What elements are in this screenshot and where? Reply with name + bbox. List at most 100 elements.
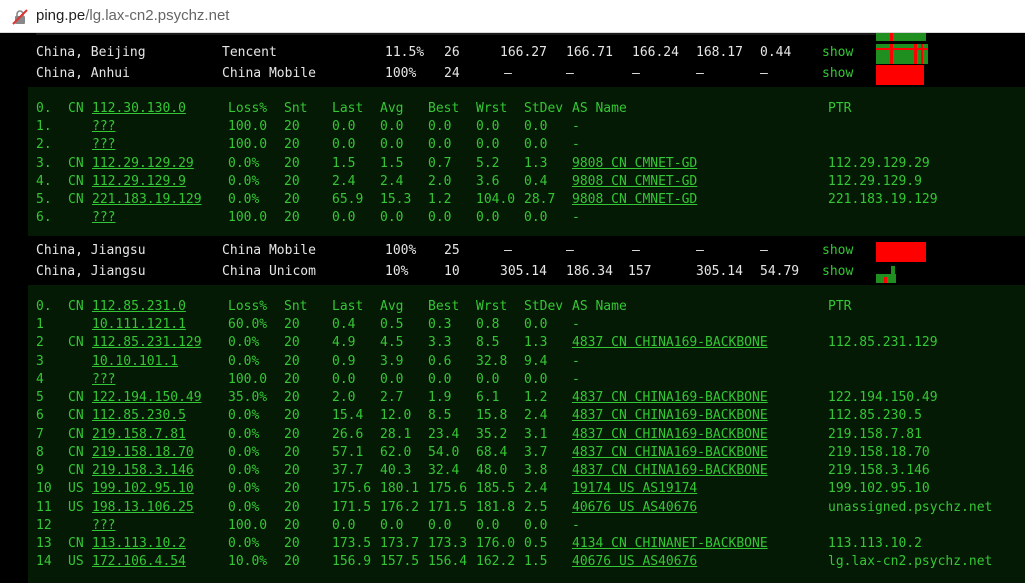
hop-host-link[interactable]: 10.10.101.1 (92, 354, 178, 369)
worst-value: 32.8 (476, 353, 508, 369)
as-name-link[interactable]: 4837 CN CHINA169-BACKBONE (572, 445, 768, 460)
show-link[interactable]: show (822, 66, 853, 81)
as-name-link[interactable]: 4837 CN CHINA169-BACKBONE (572, 335, 768, 350)
address-bar[interactable]: ping.pe/lg.lax-cn2.psychz.net (0, 0, 1025, 33)
worst-value: – (696, 243, 704, 258)
best-value: 3.3 (428, 335, 452, 351)
ptr-value: 113.113.10.2 (828, 536, 922, 551)
hop-number: 2. (36, 137, 52, 153)
hop-host-link[interactable]: 112.85.231.129 (92, 335, 202, 350)
hop-host-link[interactable]: ??? (92, 372, 115, 387)
hop-host-link[interactable]: ??? (92, 137, 115, 152)
ptr-value: 219.158.3.146 (828, 463, 930, 478)
avg-value: 166.71 (566, 45, 613, 60)
col-loss: Loss% (228, 101, 268, 116)
table-row: 12??? 100.0 20 0.0 0.0 0.0 0.0 0.0 - (28, 518, 1025, 536)
hop-host-link[interactable]: 112.85.230.5 (92, 408, 186, 423)
loss-value: 0.0% (228, 444, 260, 460)
best-value: 0.3 (428, 317, 452, 332)
best-value: 32.4 (428, 463, 460, 478)
hop-host-link[interactable]: ??? (92, 518, 115, 533)
as-name-link[interactable]: 9808 CN CMNET-GD (572, 174, 697, 189)
best-value: – (632, 243, 640, 258)
table-row: 14 US 172.106.4.54 10.0% 20 156.9 157.5 156.4 16… (28, 554, 1025, 572)
hop-host-link[interactable]: ??? (92, 210, 115, 225)
target-ip-link[interactable]: 112.30.130.0 (92, 101, 186, 116)
loss-value: 0.0% (228, 408, 260, 424)
sent-value: 20 (284, 353, 300, 369)
last-value: 175.6 (332, 481, 372, 497)
latency-bars (876, 263, 898, 283)
as-name-link[interactable]: 4837 CN CHINA169-BACKBONE (572, 427, 768, 442)
hop-host-link[interactable]: 198.13.106.25 (92, 500, 194, 515)
hop-host-link[interactable]: 112.29.129.29 (92, 156, 194, 171)
hop-host-link[interactable]: 172.106.4.54 (92, 554, 186, 569)
last-value: 4.9 (332, 335, 356, 351)
hop-host-link[interactable]: 219.158.18.70 (92, 445, 194, 460)
hop-host-link[interactable]: 122.194.150.49 (92, 390, 202, 405)
col-ptr: PTR (828, 101, 852, 116)
ptr-value: 112.29.129.9 (828, 173, 922, 189)
loss-value: 100.0 (228, 517, 268, 533)
hop-host-link[interactable]: 113.113.10.2 (92, 536, 186, 551)
hop-host-link[interactable]: 219.158.7.81 (92, 427, 186, 442)
as-name-link[interactable]: 40676 US AS40676 (572, 500, 697, 515)
stdev-value: 0.0 (524, 210, 548, 226)
hop-host-link[interactable]: 112.29.129.9 (92, 174, 186, 189)
country-code: CN (68, 101, 84, 116)
table-row: 11 US 198.13.106.25 0.0% 20 171.5 176.2 171.5 18… (28, 500, 1025, 518)
hop-host-link[interactable]: 221.183.19.129 (92, 192, 202, 207)
loss-value: 100.0 (228, 210, 268, 226)
hop-number: 9 (36, 463, 44, 478)
col-wrst: Wrst (476, 299, 508, 314)
hop-host-link[interactable]: 219.158.3.146 (92, 463, 194, 478)
loss-value: 0.0% (228, 335, 260, 351)
avg-value: 180.1 (380, 481, 420, 497)
country-code: US (68, 481, 84, 497)
show-link[interactable]: show (822, 243, 853, 258)
avg-value: 2.4 (380, 173, 404, 189)
as-name-link[interactable]: 4837 CN CHINA169-BACKBONE (572, 390, 768, 405)
stdev-value: 1.5 (524, 554, 548, 570)
as-name-link[interactable]: 4837 CN CHINA169-BACKBONE (572, 408, 768, 423)
as-name-link[interactable]: 4837 CN CHINA169-BACKBONE (572, 463, 768, 478)
avg-value: 40.3 (380, 463, 412, 478)
location-row: China, Beijing Tencent 11.5% 26 166.27 1… (0, 44, 1025, 64)
worst-value: 5.2 (476, 155, 500, 171)
loss-value: 100.0 (228, 137, 268, 153)
as-name-link[interactable]: 9808 CN CMNET-GD (572, 156, 697, 171)
as-name-link[interactable]: 40676 US AS40676 (572, 554, 697, 569)
sent-value: 20 (284, 408, 300, 424)
url-text[interactable]: ping.pe/lg.lax-cn2.psychz.net (36, 7, 229, 24)
as-name-link[interactable]: 9808 CN CMNET-GD (572, 192, 697, 207)
hop-host-link[interactable]: ??? (92, 119, 115, 134)
hop-number: 3 (36, 353, 44, 369)
hop-host-link[interactable]: 10.111.121.1 (92, 317, 186, 332)
clipped-row (36, 33, 896, 35)
hop-number: 0. (36, 299, 52, 314)
isp-name: China Mobile (222, 66, 316, 81)
hop-number: 7 (36, 426, 44, 442)
stdev-value: 54.79 (760, 264, 800, 279)
stdev-value: 1.3 (524, 335, 548, 351)
as-name-link[interactable]: 4134 CN CHINANET-BACKBONE (572, 536, 768, 551)
worst-value: 0.0 (476, 119, 500, 134)
avg-value: 62.0 (380, 444, 412, 460)
sent-value: 26 (444, 45, 460, 60)
show-link[interactable]: show (822, 264, 853, 279)
worst-value: 0.0 (476, 371, 500, 387)
show-link[interactable]: show (822, 45, 853, 60)
target-ip-link[interactable]: 112.85.231.0 (92, 299, 186, 314)
ptr-value: 219.158.7.81 (828, 426, 922, 442)
as-name-link[interactable]: 19174 US AS19174 (572, 481, 697, 496)
country-code: CN (68, 444, 84, 460)
url-path: /lg.lax-cn2.psychz.net (85, 7, 230, 24)
sent-value: 20 (284, 137, 300, 153)
worst-value: 48.0 (476, 463, 508, 478)
hop-host-link[interactable]: 199.102.95.10 (92, 481, 194, 496)
location-row: China, Anhui China Mobile 100% 24 – – – … (0, 65, 1025, 85)
col-last: Last (332, 299, 364, 314)
avg-value: 12.0 (380, 408, 412, 424)
col-asname: AS Name (572, 299, 627, 314)
hop-number: 1 (36, 317, 44, 332)
